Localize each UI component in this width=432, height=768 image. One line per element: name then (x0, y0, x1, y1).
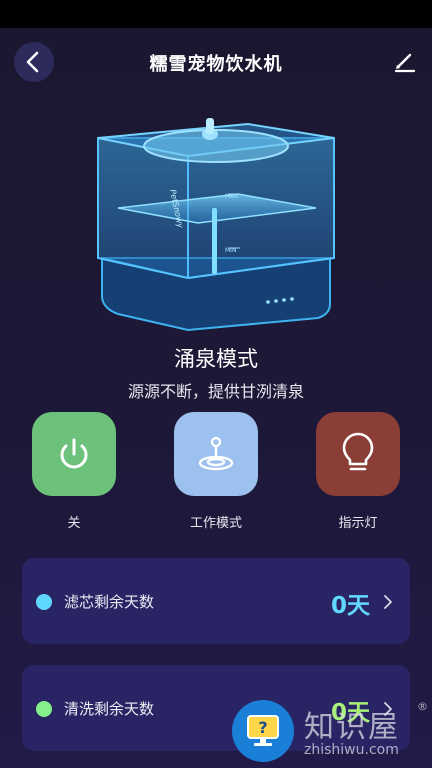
edit-button[interactable] (390, 48, 418, 76)
chevron-right-icon (384, 595, 392, 609)
help-button[interactable]: ? (232, 700, 294, 762)
filter-days-card[interactable]: 滤芯剩余天数 0天 (22, 558, 410, 644)
power-icon (60, 438, 88, 469)
indicator-light-control[interactable]: 指示灯 (316, 412, 400, 531)
fountain-icon (198, 436, 234, 471)
min-label: MIN (225, 247, 236, 254)
pencil-icon (394, 53, 416, 73)
max-label: MAX (225, 193, 238, 200)
registered-mark: ® (417, 700, 428, 713)
page-title: 糯雪宠物饮水机 (149, 54, 283, 75)
bulb-icon (342, 432, 374, 471)
indicator-light-label: 指示灯 (338, 516, 378, 531)
power-label: 关 (67, 516, 81, 531)
power-button[interactable] (32, 412, 116, 496)
work-mode-control[interactable]: 工作模式 (174, 412, 258, 531)
indicator-light-button[interactable] (316, 412, 400, 496)
water-fountain-image: MAX MIN PetSnowy (88, 108, 344, 336)
help-monitor-icon: ? (247, 715, 279, 746)
mode-description: 源源不断，提供甘洌清泉 (127, 382, 304, 401)
filter-days-label: 滤芯剩余天数 (64, 593, 155, 611)
filter-days-value: 0天 (330, 593, 370, 619)
watermark-url: zhishiwu.com (304, 742, 399, 758)
watermark: ? 知识屋 ® zhishiwu.com (232, 700, 432, 768)
filter-status-dot (36, 594, 52, 610)
header: 糯雪宠物饮水机 (0, 28, 432, 98)
power-control[interactable]: 关 (32, 412, 116, 531)
clean-days-label: 清洗剩余天数 (64, 700, 155, 718)
work-mode-label: 工作模式 (189, 516, 242, 531)
clean-status-dot (36, 701, 52, 717)
work-mode-button[interactable] (174, 412, 258, 496)
watermark-text: 知识屋 (304, 710, 400, 745)
svg-text:?: ? (258, 718, 267, 737)
mode-title: 涌泉模式 (174, 347, 258, 371)
status-bar (0, 0, 432, 28)
